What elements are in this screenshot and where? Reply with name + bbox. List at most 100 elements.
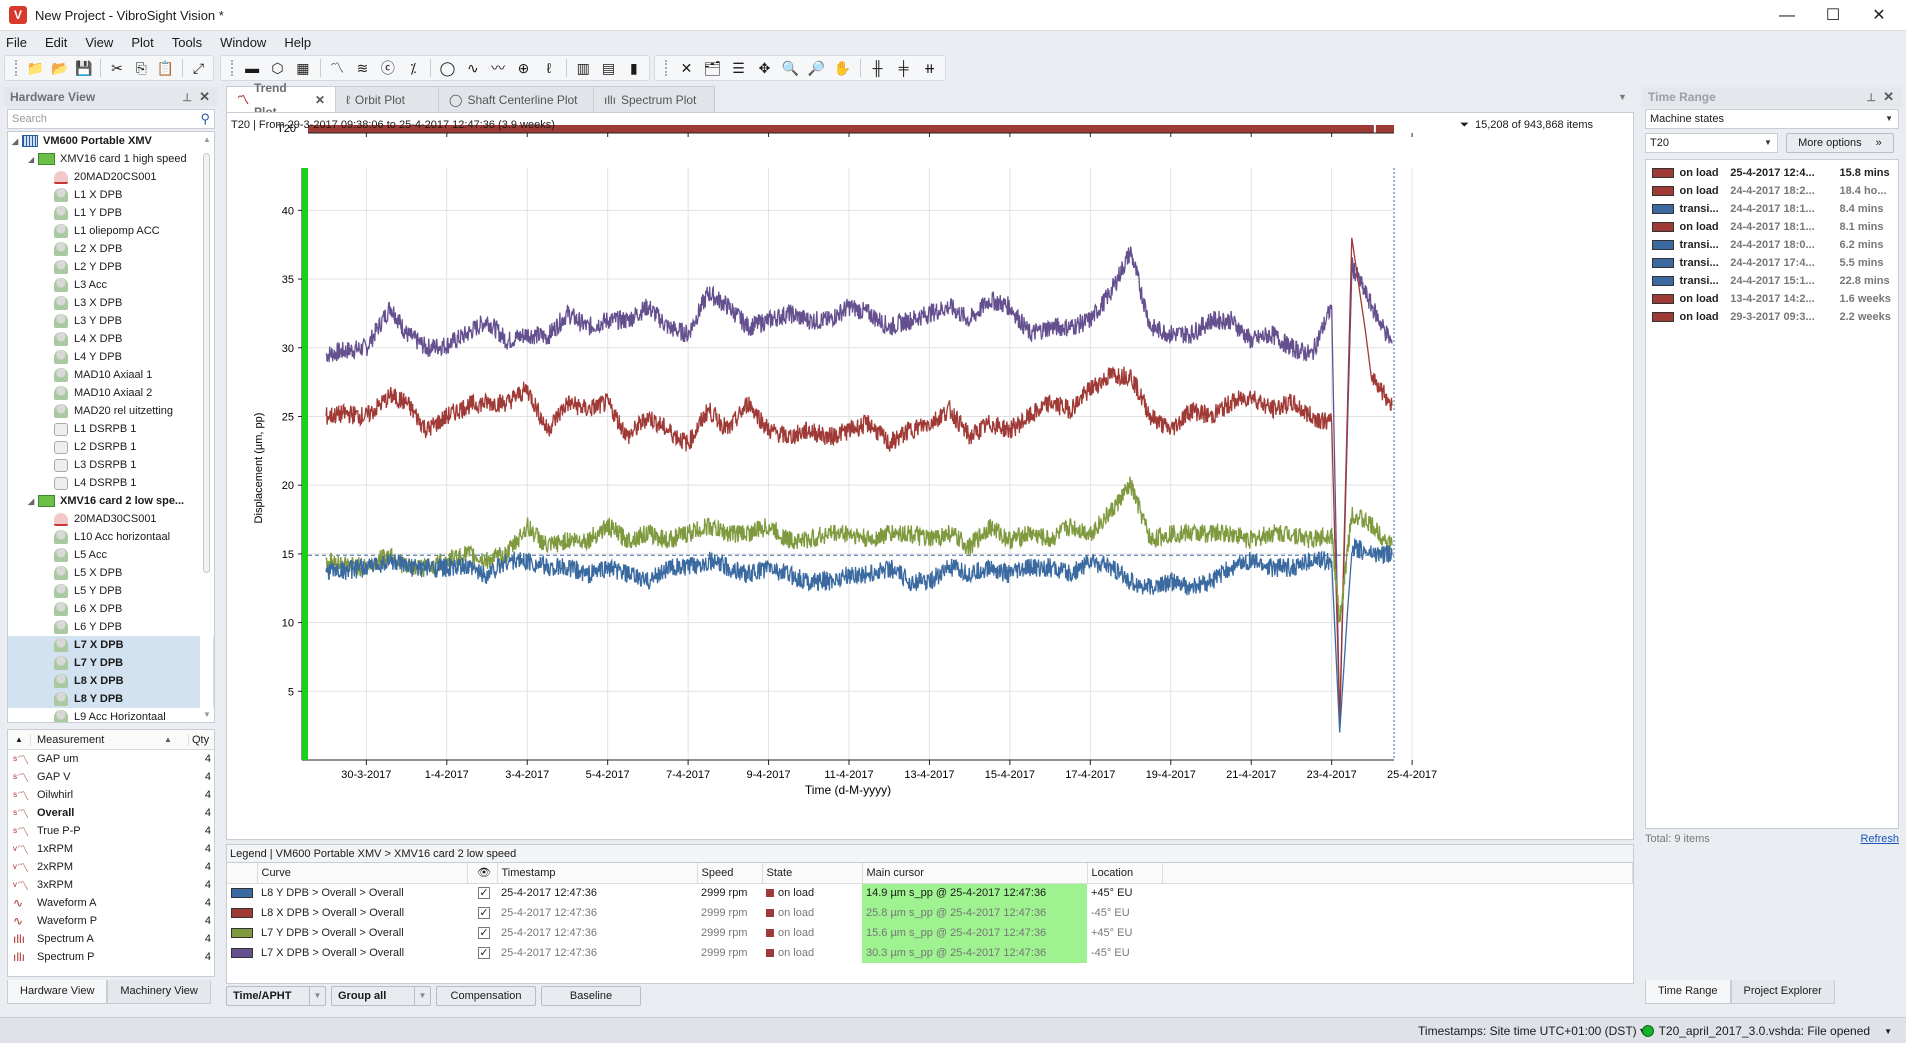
measurement-row[interactable]: ∿ Waveform P 4 — [8, 912, 214, 930]
more-options-button[interactable]: More options » — [1785, 133, 1894, 153]
cursor-move-icon[interactable]: ✥ — [754, 57, 775, 79]
baseline-button[interactable]: Baseline — [541, 986, 641, 1006]
tree-item[interactable]: L9 Acc Horizontaal — [8, 708, 214, 722]
visibility-checkbox[interactable]: ✓ — [478, 947, 490, 959]
tab-hardware-view[interactable]: Hardware View — [7, 980, 108, 1004]
waveform-multi-icon[interactable]: 〰 — [488, 57, 508, 79]
visibility-checkbox[interactable]: ✓ — [478, 907, 490, 919]
trend-plot-icon[interactable]: 〽 — [327, 57, 347, 79]
spectrum-framed-icon[interactable]: ▤ — [598, 57, 618, 79]
tree-item[interactable]: L8 X DPB — [8, 672, 214, 690]
series-line-4[interactable] — [325, 538, 1393, 733]
start-marker[interactable] — [302, 168, 308, 760]
tree-item[interactable]: L2 DSRPB 1 — [8, 438, 214, 456]
new-folder-icon[interactable]: 📁 — [26, 57, 45, 79]
tree-item[interactable]: ◢ XMV16 card 1 high speed — [8, 150, 214, 168]
machine-state-item[interactable]: transi... 24-4-2017 18:1... 8.4 mins — [1646, 200, 1898, 218]
toolbar-grip[interactable] — [231, 60, 234, 76]
machine-state-item[interactable]: transi... 24-4-2017 18:0... 6.2 mins — [1646, 236, 1898, 254]
tree-scrollbar[interactable]: ▲ ▼ — [200, 133, 213, 721]
cursor-link-icon[interactable]: ⧺ — [919, 57, 940, 79]
measurement-row[interactable]: ıllı Spectrum A 4 — [8, 930, 214, 948]
series-line-1[interactable] — [325, 246, 1393, 726]
measurement-row[interactable]: ˢ〽 GAP um 4 — [8, 750, 214, 768]
group-mode-dropdown[interactable]: Group all ▼ — [331, 986, 431, 1006]
spiral-icon[interactable]: ⓒ — [378, 57, 398, 79]
trend-chart[interactable]: T2051015202530354030-3-2017 1-4-2017 3-4-2… — [227, 113, 1633, 839]
spectrum-icon[interactable]: ▥ — [573, 57, 593, 79]
tab-project-explorer[interactable]: Project Explorer — [1730, 980, 1835, 1004]
close-icon[interactable]: ✕ — [1883, 89, 1894, 105]
open-folder-icon[interactable]: 📂 — [50, 57, 69, 79]
tabs-dropdown-icon[interactable]: ▼ — [1618, 92, 1627, 102]
properties-icon[interactable]: 🗂 — [702, 57, 723, 79]
orbit-icon[interactable]: ℓ — [539, 57, 559, 79]
expand-caret-icon[interactable]: ◢ — [12, 137, 22, 146]
tab-spectrum-plot[interactable]: ıllı Spectrum Plot — [593, 86, 715, 112]
tree-item[interactable]: L2 Y DPB — [8, 258, 214, 276]
machine-state-item[interactable]: transi... 24-4-2017 17:4... 5.5 mins — [1646, 254, 1898, 272]
tree-item[interactable]: L1 DSRPB 1 — [8, 420, 214, 438]
tree-item[interactable]: 20MAD20CS001 — [8, 168, 214, 186]
legend-column-header[interactable]: Location — [1087, 863, 1163, 884]
tree-item[interactable]: L1 Y DPB — [8, 204, 214, 222]
tree-item[interactable]: 20MAD30CS001 — [8, 510, 214, 528]
tree-item[interactable]: L5 Acc — [8, 546, 214, 564]
close-icon[interactable]: ✕ — [199, 89, 210, 105]
scroll-up-icon[interactable]: ▲ — [203, 135, 211, 144]
pin-icon[interactable]: ⊥ — [1866, 91, 1876, 104]
legend-row[interactable]: L8 X DPB > Overall > Overall ✓ 25-4-2017 1… — [227, 903, 1633, 923]
sort-icon[interactable]: ▲ — [8, 735, 30, 744]
waterfall-icon[interactable]: ≋ — [352, 57, 372, 79]
tab-orbit-plot[interactable]: ℓ Orbit Plot — [335, 86, 439, 112]
menu-window[interactable]: Window — [220, 35, 266, 50]
tree-item[interactable]: ◢ VM600 Portable XMV — [8, 132, 214, 150]
legend-column-header[interactable]: Curve — [257, 863, 468, 884]
tree-item[interactable]: L8 Y DPB — [8, 690, 214, 708]
cursor-double-icon[interactable]: ╪ — [893, 57, 914, 79]
scatter-icon[interactable]: ⁒ — [403, 57, 423, 79]
close-tab-icon[interactable]: ✕ — [315, 88, 325, 112]
scroll-thumb[interactable] — [203, 153, 210, 573]
tree-item[interactable]: L7 Y DPB — [8, 654, 214, 672]
qty-column-header[interactable]: Qty — [188, 733, 214, 746]
tree-item[interactable]: L1 X DPB — [8, 186, 214, 204]
machine-state-item[interactable]: on load 24-4-2017 18:1... 8.1 mins — [1646, 218, 1898, 236]
source-select[interactable]: Machine states ▼ — [1645, 109, 1899, 129]
measurement-row[interactable]: ˢ〽 True P-P 4 — [8, 822, 214, 840]
tree-item[interactable]: L2 X DPB — [8, 240, 214, 258]
tree-item[interactable]: L4 X DPB — [8, 330, 214, 348]
colormap-icon[interactable]: ▮ — [624, 57, 644, 79]
tree-item[interactable]: L4 Y DPB — [8, 348, 214, 366]
tree-item[interactable]: MAD10 Axiaal 2 — [8, 384, 214, 402]
measurement-row[interactable]: ∿ Waveform A 4 — [8, 894, 214, 912]
tree-item[interactable]: L3 DSRPB 1 — [8, 456, 214, 474]
legend-row[interactable]: L7 X DPB > Overall > Overall ✓ 25-4-2017 1… — [227, 943, 1633, 963]
tree-item[interactable]: L5 X DPB — [8, 564, 214, 582]
close-button[interactable]: ✕ — [1856, 0, 1902, 31]
waveform-icon[interactable]: ∿ — [463, 57, 483, 79]
save-icon[interactable]: 💾 — [74, 57, 93, 79]
tree-item[interactable]: L6 X DPB — [8, 600, 214, 618]
sort-asc-icon[interactable]: ▲ — [164, 735, 188, 744]
machine-state-item[interactable]: on load 29-3-2017 09:3... 2.2 weeks — [1646, 308, 1898, 326]
tab-shaft-centerline-plot[interactable]: ◯ Shaft Centerline Plot — [438, 86, 594, 112]
legend-column-header[interactable]: 👁 — [467, 863, 498, 884]
legend-column-header[interactable]: Speed — [697, 863, 763, 884]
toolbar-grip[interactable] — [665, 60, 668, 76]
menu-plot[interactable]: Plot — [131, 35, 153, 50]
measurement-row[interactable]: ˢ〽 Oilwhirl 4 — [8, 786, 214, 804]
tab-machinery-view[interactable]: Machinery View — [107, 980, 211, 1004]
tree-item[interactable]: L4 DSRPB 1 — [8, 474, 214, 492]
menu-file[interactable]: File — [6, 35, 27, 50]
menu-edit[interactable]: Edit — [45, 35, 67, 50]
minimize-button[interactable]: — — [1764, 0, 1810, 31]
tree-item[interactable]: L6 Y DPB — [8, 618, 214, 636]
visibility-checkbox[interactable]: ✓ — [478, 927, 490, 939]
legend-column-header[interactable] — [227, 863, 258, 884]
tree-item[interactable]: L5 Y DPB — [8, 582, 214, 600]
machine-state-item[interactable]: transi... 24-4-2017 15:1... 22.8 mins — [1646, 272, 1898, 290]
tree-item[interactable]: L3 Acc — [8, 276, 214, 294]
file-status[interactable]: T20_april_2017_3.0.vshda: File opened ▼ — [1641, 1024, 1892, 1038]
menu-tools[interactable]: Tools — [172, 35, 202, 50]
